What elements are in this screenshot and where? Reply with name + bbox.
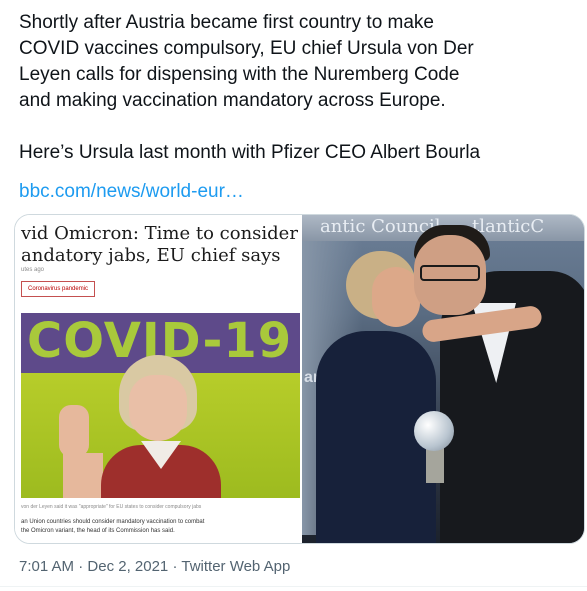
article-body: an Union countries should consider manda… xyxy=(21,518,300,536)
person-hand xyxy=(59,405,89,457)
tweet-media[interactable]: vid Omicron: Time to consider andatory j… xyxy=(14,214,585,544)
tweet-timestamp-link[interactable]: 7:01 AM · Dec 2, 2021 xyxy=(19,558,172,575)
tweet-text: Shortly after Austria became first count… xyxy=(19,10,579,166)
tweet-metadata: 7:01 AM · Dec 2, 2021 · Twitter Web App xyxy=(19,557,290,577)
article-body-line: an Union countries should consider manda… xyxy=(21,519,205,525)
person-arm xyxy=(63,453,103,498)
tweet-text-line: Leyen calls for dispensing with the Nure… xyxy=(19,64,460,85)
tweet-date: Dec 2, 2021 xyxy=(87,558,169,575)
article-headline-line: vid Omicron: Time to consider xyxy=(21,223,298,244)
article-photo-caption: von der Leyen said it was "appropriate" … xyxy=(21,504,202,510)
tweet-text-line: Shortly after Austria became first count… xyxy=(19,12,435,33)
meta-separator: · xyxy=(172,558,178,575)
article-body-line: the Omicron variant, the head of its Com… xyxy=(21,528,175,534)
tweet-link[interactable]: bbc.com/news/world-eur… xyxy=(19,179,244,205)
woman-face xyxy=(372,267,420,327)
article-headline-line: andatory jabs, EU chief says xyxy=(21,245,281,266)
tweet-time: 7:01 AM xyxy=(19,558,75,575)
person-face xyxy=(129,375,187,441)
tweet-text-line: COVID vaccines compulsory, EU chief Ursu… xyxy=(19,38,474,59)
divider xyxy=(0,586,587,587)
tweet-client[interactable]: Twitter Web App xyxy=(181,558,290,575)
event-photo-image[interactable]: antic Council tlanticC anti xyxy=(302,215,584,543)
article-screenshot-image[interactable]: vid Omicron: Time to consider andatory j… xyxy=(15,215,302,543)
glasses xyxy=(420,265,480,281)
banner-text: tlanticC xyxy=(472,216,545,237)
article-topic-tag: Coronavirus pandemic xyxy=(21,281,96,297)
meta-separator: · xyxy=(78,558,84,575)
article-photo: COVID-19 xyxy=(21,313,300,498)
trophy-globe xyxy=(414,411,454,451)
article-headline: vid Omicron: Time to consider andatory j… xyxy=(21,223,300,267)
tweet-text-line: and making vaccination mandatory across … xyxy=(19,90,446,111)
tweet-text-line: Here’s Ursula last month with Pfizer CEO… xyxy=(19,142,481,163)
tweet: Shortly after Austria became first count… xyxy=(0,0,587,591)
article-timestamp: utes ago xyxy=(21,267,45,273)
